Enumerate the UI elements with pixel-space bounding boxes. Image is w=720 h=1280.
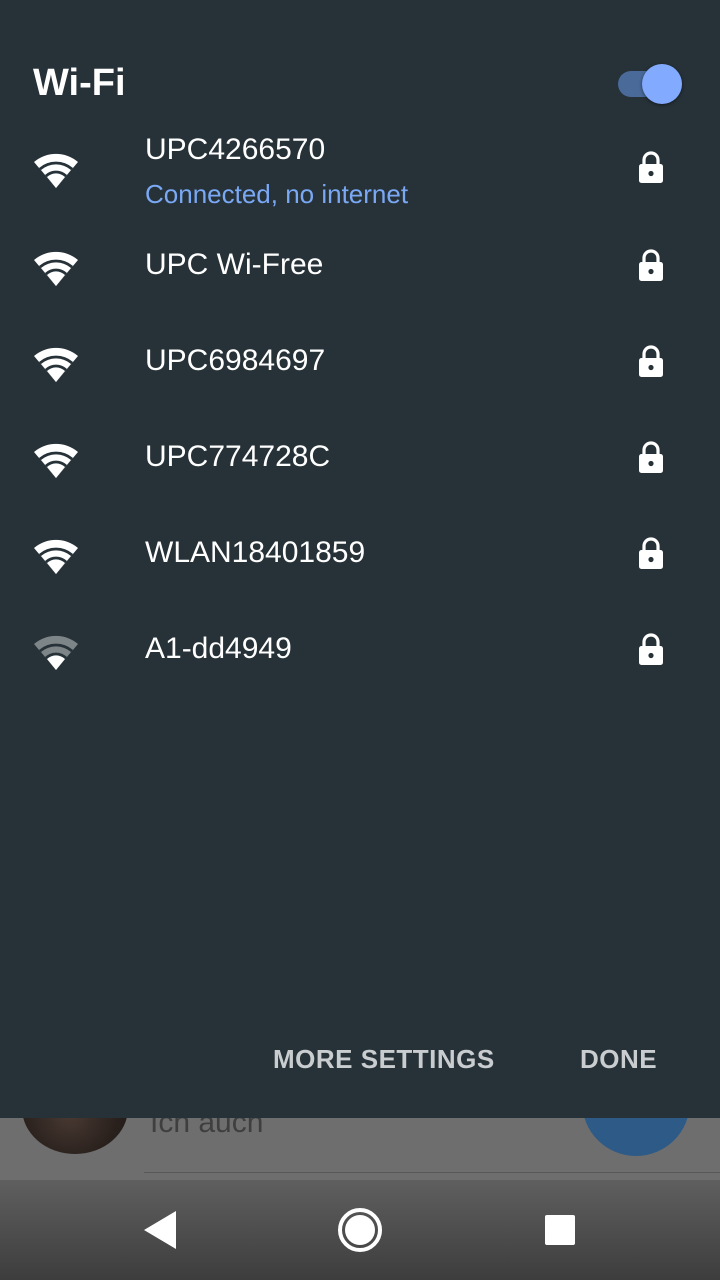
wifi-full-icon (34, 347, 78, 382)
recents-icon (545, 1215, 575, 1245)
wifi-weak-icon (34, 635, 78, 670)
network-name: WLAN18401859 (145, 536, 366, 569)
network-name: A1-dd4949 (145, 632, 292, 665)
wifi-full-icon (34, 443, 78, 478)
back-icon (144, 1211, 176, 1249)
network-row[interactable]: UPC Wi-Free (0, 218, 720, 314)
recents-button[interactable] (528, 1198, 592, 1262)
panel-title: Wi-Fi (33, 62, 126, 104)
done-button[interactable]: DONE (580, 1044, 657, 1075)
network-name: UPC6984697 (145, 344, 326, 377)
wifi-full-icon (34, 539, 78, 574)
back-button[interactable] (128, 1198, 192, 1262)
divider (144, 1172, 720, 1173)
more-settings-button[interactable]: MORE SETTINGS (273, 1044, 495, 1075)
lock-icon (639, 151, 663, 183)
navigation-bar (0, 1180, 720, 1280)
network-name: UPC774728C (145, 440, 331, 473)
toggle-thumb (642, 64, 682, 104)
network-row[interactable]: A1-dd4949 (0, 602, 720, 698)
network-row[interactable]: WLAN18401859 (0, 506, 720, 602)
network-name: UPC4266570 (145, 133, 326, 166)
lock-icon (639, 537, 663, 569)
home-icon (338, 1208, 382, 1252)
wifi-toggle[interactable] (616, 64, 684, 104)
network-status: Connected, no internet (145, 179, 409, 209)
network-list: UPC4266570 Connected, no internet UPC Wi-… (0, 120, 720, 698)
network-row[interactable]: UPC4266570 Connected, no internet (0, 120, 720, 218)
lock-icon (639, 249, 663, 281)
network-name: UPC Wi-Free (145, 248, 324, 281)
lock-icon (639, 345, 663, 377)
wifi-full-icon (34, 251, 78, 286)
lock-icon (639, 441, 663, 473)
screen: Ich auch Wi-Fi UPC4266570 Connected, no … (0, 0, 720, 1280)
wifi-full-icon (34, 153, 78, 188)
network-row[interactable]: UPC6984697 (0, 314, 720, 410)
home-button[interactable] (328, 1198, 392, 1262)
lock-icon (639, 633, 663, 665)
wifi-panel: Wi-Fi UPC4266570 Connected, no internet U… (0, 0, 720, 1118)
network-row[interactable]: UPC774728C (0, 410, 720, 506)
